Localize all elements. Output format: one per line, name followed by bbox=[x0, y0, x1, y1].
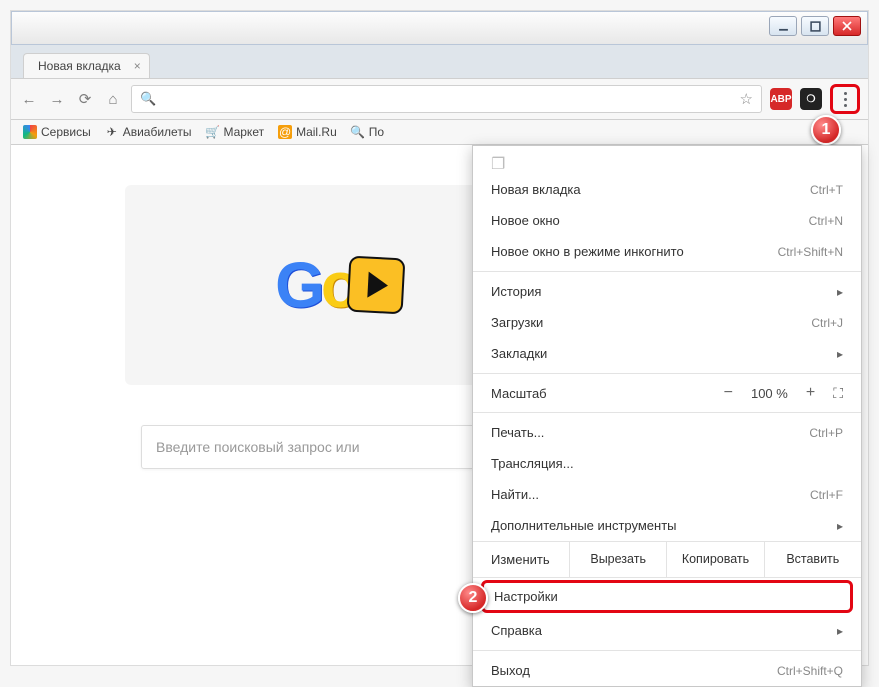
bookmarks-bar: Сервисы ✈ Авиабилеты 🛒 Маркет @ Mail.Ru 🔍 По bbox=[11, 120, 868, 145]
menu-find[interactable]: Найти... Ctrl+F bbox=[473, 479, 861, 510]
extension-icon[interactable]: ❍ bbox=[800, 88, 822, 110]
bookmark-star-icon[interactable]: ☆ bbox=[740, 90, 753, 108]
callout-badge-2: 2 bbox=[458, 583, 488, 613]
browser-toolbar: ← → ⟳ ⌂ 🔍 ☆ ABP ❍ 1 bbox=[11, 79, 868, 120]
apps-icon bbox=[23, 125, 37, 139]
menu-label: Новое окно bbox=[491, 213, 560, 228]
menu-label: Выход bbox=[491, 663, 530, 678]
close-tab-icon[interactable]: × bbox=[134, 60, 141, 72]
sync-icon: ❐ bbox=[473, 146, 861, 174]
menu-shortcut: Ctrl+J bbox=[811, 316, 843, 330]
menu-label: Дополнительные инструменты bbox=[491, 518, 677, 533]
menu-label: Масштаб bbox=[491, 386, 724, 401]
play-icon bbox=[347, 256, 406, 315]
bookmark-label: По bbox=[369, 125, 384, 139]
menu-shortcut: Ctrl+N bbox=[809, 214, 843, 228]
menu-shortcut: Ctrl+Shift+Q bbox=[777, 664, 843, 678]
bookmark-label: Авиабилеты bbox=[123, 125, 192, 139]
back-button[interactable]: ← bbox=[19, 91, 39, 108]
menu-incognito[interactable]: Новое окно в режиме инкогнито Ctrl+Shift… bbox=[473, 236, 861, 267]
menu-label: Справка bbox=[491, 623, 542, 638]
forward-button[interactable]: → bbox=[47, 91, 67, 108]
menu-label: Новое окно в режиме инкогнито bbox=[491, 244, 684, 259]
menu-zoom: Масштаб − 100 % + ⛶ bbox=[473, 378, 861, 408]
menu-cast[interactable]: Трансляция... bbox=[473, 448, 861, 479]
menu-copy[interactable]: Копировать bbox=[666, 542, 763, 577]
menu-print[interactable]: Печать... Ctrl+P bbox=[473, 417, 861, 448]
menu-new-tab[interactable]: Новая вкладка Ctrl+T bbox=[473, 174, 861, 205]
submenu-arrow-icon: ▸ bbox=[837, 624, 843, 638]
chrome-main-menu: ❐ Новая вкладка Ctrl+T Новое окно Ctrl+N… bbox=[472, 145, 862, 687]
menu-shortcut: Ctrl+P bbox=[809, 426, 843, 440]
browser-tab[interactable]: Новая вкладка × bbox=[23, 53, 150, 78]
address-bar[interactable]: 🔍 ☆ bbox=[131, 85, 762, 113]
menu-label: Печать... bbox=[491, 425, 544, 440]
zoom-plus-button[interactable]: + bbox=[806, 384, 815, 402]
menu-label: Закладки bbox=[491, 346, 547, 361]
mailru-icon: @ bbox=[278, 125, 292, 139]
menu-button-highlight: 1 bbox=[830, 84, 860, 114]
zoom-value: 100 % bbox=[751, 386, 788, 401]
minimize-button[interactable] bbox=[769, 16, 797, 36]
reload-button[interactable]: ⟳ bbox=[75, 90, 95, 108]
search-icon: 🔍 bbox=[140, 91, 156, 107]
menu-label: Новая вкладка bbox=[491, 182, 581, 197]
menu-settings-highlight: Настройки 2 bbox=[481, 580, 853, 613]
fullscreen-icon[interactable]: ⛶ bbox=[833, 385, 843, 402]
menu-shortcut: Ctrl+F bbox=[810, 488, 843, 502]
menu-paste[interactable]: Вставить bbox=[764, 542, 861, 577]
plane-icon: ✈ bbox=[105, 125, 119, 139]
menu-downloads[interactable]: Загрузки Ctrl+J bbox=[473, 307, 861, 338]
menu-help[interactable]: Справка ▸ bbox=[473, 615, 861, 646]
menu-label: Настройки bbox=[494, 589, 558, 604]
submenu-arrow-icon: ▸ bbox=[837, 519, 843, 533]
cart-icon: 🛒 bbox=[205, 125, 219, 139]
bookmark-label: Сервисы bbox=[41, 125, 91, 139]
bookmark-mailru[interactable]: @ Mail.Ru bbox=[278, 125, 337, 139]
menu-label: Трансляция... bbox=[491, 456, 574, 471]
menu-history[interactable]: История ▸ bbox=[473, 276, 861, 307]
menu-label: Найти... bbox=[491, 487, 539, 502]
callout-badge-1: 1 bbox=[811, 115, 841, 145]
menu-more-tools[interactable]: Дополнительные инструменты ▸ bbox=[473, 510, 861, 541]
bookmark-avia[interactable]: ✈ Авиабилеты bbox=[105, 125, 192, 139]
bookmark-more[interactable]: 🔍 По bbox=[351, 125, 384, 139]
page-content: Go Введите поисковый запрос или ❐ Новая … bbox=[11, 145, 868, 665]
submenu-arrow-icon: ▸ bbox=[837, 347, 843, 361]
bookmark-label: Mail.Ru bbox=[296, 125, 337, 139]
bookmark-label: Маркет bbox=[223, 125, 264, 139]
zoom-minus-button[interactable]: − bbox=[724, 384, 733, 402]
extension-abp-icon[interactable]: ABP bbox=[770, 88, 792, 110]
window-titlebar bbox=[11, 11, 868, 45]
menu-shortcut: Ctrl+T bbox=[810, 183, 843, 197]
menu-edit-row: Изменить Вырезать Копировать Вставить bbox=[473, 541, 861, 578]
submenu-arrow-icon: ▸ bbox=[837, 285, 843, 299]
menu-shortcut: Ctrl+Shift+N bbox=[778, 245, 843, 259]
search-icon: 🔍 bbox=[351, 125, 365, 139]
google-doodle[interactable]: Go bbox=[275, 248, 404, 322]
menu-exit[interactable]: Выход Ctrl+Shift+Q bbox=[473, 655, 861, 686]
menu-cut[interactable]: Вырезать bbox=[569, 542, 666, 577]
home-button[interactable]: ⌂ bbox=[103, 91, 123, 108]
menu-label: Загрузки bbox=[491, 315, 543, 330]
menu-label: Изменить bbox=[473, 542, 569, 577]
menu-new-window[interactable]: Новое окно Ctrl+N bbox=[473, 205, 861, 236]
menu-label: История bbox=[491, 284, 541, 299]
bookmark-market[interactable]: 🛒 Маркет bbox=[205, 125, 264, 139]
tab-title: Новая вкладка bbox=[38, 59, 121, 73]
screenshot-frame: Новая вкладка × ← → ⟳ ⌂ 🔍 ☆ ABP ❍ 1 Серв… bbox=[10, 10, 869, 666]
bookmark-apps[interactable]: Сервисы bbox=[23, 125, 91, 139]
menu-settings[interactable]: Настройки bbox=[494, 589, 840, 604]
tab-strip: Новая вкладка × bbox=[11, 45, 868, 79]
menu-bookmarks[interactable]: Закладки ▸ bbox=[473, 338, 861, 369]
search-placeholder: Введите поисковый запрос или bbox=[156, 439, 360, 455]
maximize-button[interactable] bbox=[801, 16, 829, 36]
chrome-menu-button[interactable] bbox=[834, 88, 856, 110]
close-button[interactable] bbox=[833, 16, 861, 36]
omnibox-input[interactable] bbox=[164, 91, 731, 108]
